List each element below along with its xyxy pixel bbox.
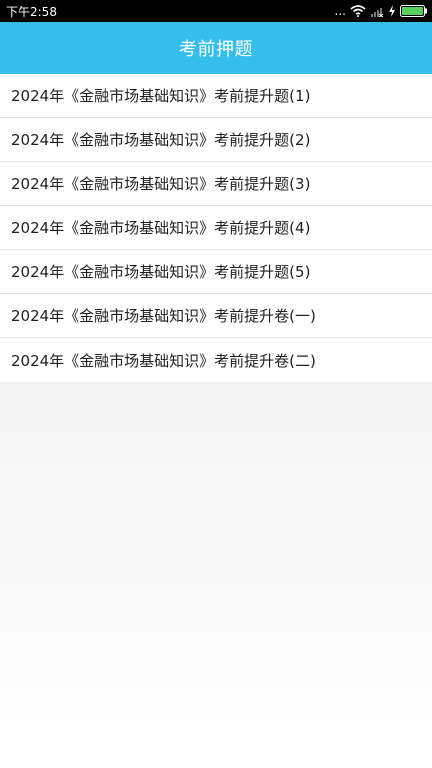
more-dots-icon: ... [334,4,346,18]
status-bar: 下午2:58 ... [0,0,432,22]
wifi-icon [350,5,366,17]
list-item-label: 2024年《金融市场基础知识》考前提升题(1) [11,87,311,105]
list-item[interactable]: 2024年《金融市场基础知识》考前提升题(4) [0,206,432,250]
list-item-label: 2024年《金融市场基础知识》考前提升卷(二) [11,351,316,370]
status-right: ... [335,5,428,17]
list-item[interactable]: 2024年《金融市场基础知识》考前提升题(1) [0,74,432,118]
app-header: 考前押题 [0,22,432,74]
list-item[interactable]: 2024年《金融市场基础知识》考前提升题(5) [0,250,432,294]
list-item[interactable]: 2024年《金融市场基础知识》考前提升卷(一) [0,294,432,338]
status-left: 下午2:58 [6,3,57,20]
list-item-label: 2024年《金融市场基础知识》考前提升题(4) [11,219,311,237]
list-item[interactable]: 2024年《金融市场基础知识》考前提升卷(二) [0,338,432,382]
list-item[interactable]: 2024年《金融市场基础知识》考前提升题(3) [0,162,432,206]
list-item-label: 2024年《金融市场基础知识》考前提升题(5) [11,263,311,281]
status-time: 下午2:58 [6,4,57,19]
charging-icon [388,5,396,17]
list-item-label: 2024年《金融市场基础知识》考前提升题(2) [11,131,311,149]
page-title: 考前押题 [179,39,253,60]
list-item[interactable]: 2024年《金融市场基础知识》考前提升题(2) [0,118,432,162]
list-item-label: 2024年《金融市场基础知识》考前提升题(3) [11,175,311,193]
signal-icon [370,5,384,17]
exam-list: 2024年《金融市场基础知识》考前提升题(1) 2024年《金融市场基础知识》考… [0,74,432,382]
list-item-label: 2024年《金融市场基础知识》考前提升卷(一) [11,307,316,325]
battery-icon [400,5,428,17]
